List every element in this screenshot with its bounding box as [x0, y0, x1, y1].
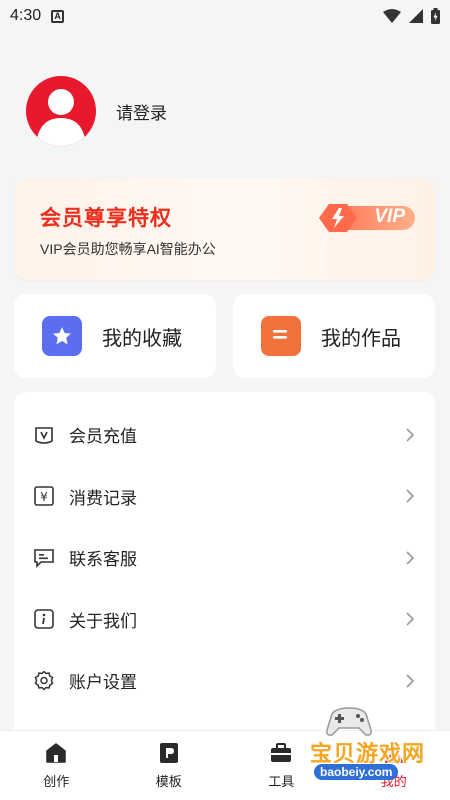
menu-label: 账户设置 — [69, 673, 137, 693]
status-bar: 4:30 A — [0, 0, 450, 32]
tab-label: 工具 — [268, 774, 295, 789]
menu-label: 消费记录 — [69, 488, 137, 508]
vip-title: 会员尊享特权 — [40, 207, 172, 230]
menu-item-vip-recharge[interactable]: 会员充值 — [14, 404, 435, 466]
template-icon — [159, 743, 178, 763]
tab-create[interactable]: 创作 — [0, 731, 113, 800]
avatar[interactable] — [26, 76, 96, 146]
star-icon — [42, 316, 82, 356]
chevron-right-icon — [406, 612, 415, 626]
svg-text:¥: ¥ — [40, 490, 48, 504]
yen-receipt-icon: ¥ — [32, 484, 56, 508]
user-avatar-icon — [36, 89, 86, 146]
watermark-url: baobeiy.com — [314, 764, 399, 780]
gear-icon — [32, 669, 56, 693]
status-time: 4:30 — [10, 7, 42, 24]
watermark: 宝贝游戏网 baobeiy.com — [310, 702, 445, 784]
wifi-icon — [383, 9, 401, 23]
vip-banner[interactable]: 会员尊享特权 VIP会员助您畅享AI智能办公 VIP — [14, 178, 435, 280]
login-link[interactable]: 请登录 — [116, 99, 167, 124]
settings-menu: 会员充值 ¥ 消费记录 联系客服 关于我们 账户设置 — [14, 392, 435, 752]
signal-icon — [409, 9, 423, 23]
chevron-right-icon — [406, 674, 415, 688]
my-favorites-card[interactable]: 我的收藏 — [14, 294, 216, 378]
toolbox-icon — [271, 743, 292, 762]
tab-templates[interactable]: 模板 — [113, 731, 226, 800]
my-works-card[interactable]: 我的作品 — [233, 294, 435, 378]
chevron-right-icon — [406, 428, 415, 442]
menu-label: 会员充值 — [69, 427, 137, 447]
tab-label: 模板 — [155, 774, 182, 789]
menu-item-about-us[interactable]: 关于我们 — [14, 589, 435, 651]
battery-icon — [431, 8, 440, 24]
menu-label: 关于我们 — [69, 611, 137, 631]
notification-a-icon: A — [51, 9, 65, 23]
info-icon — [32, 607, 56, 631]
home-icon — [46, 743, 66, 763]
chat-icon — [32, 546, 56, 570]
chevron-right-icon — [406, 489, 415, 503]
my-works-label: 我的作品 — [321, 327, 401, 350]
tab-label: 创作 — [43, 774, 70, 789]
vip-recharge-icon — [32, 423, 56, 447]
menu-item-customer-service[interactable]: 联系客服 — [14, 527, 435, 589]
document-icon — [261, 316, 301, 356]
vip-subtitle: VIP会员助您畅享AI智能办公 — [40, 241, 216, 257]
vip-badge-text: VIP — [374, 206, 405, 227]
chevron-right-icon — [406, 551, 415, 565]
my-favorites-label: 我的收藏 — [102, 327, 182, 350]
menu-label: 联系客服 — [69, 550, 137, 570]
menu-item-spending-records[interactable]: ¥ 消费记录 — [14, 466, 435, 528]
gamepad-icon — [326, 707, 372, 736]
profile-header[interactable]: 请登录 — [26, 76, 167, 146]
